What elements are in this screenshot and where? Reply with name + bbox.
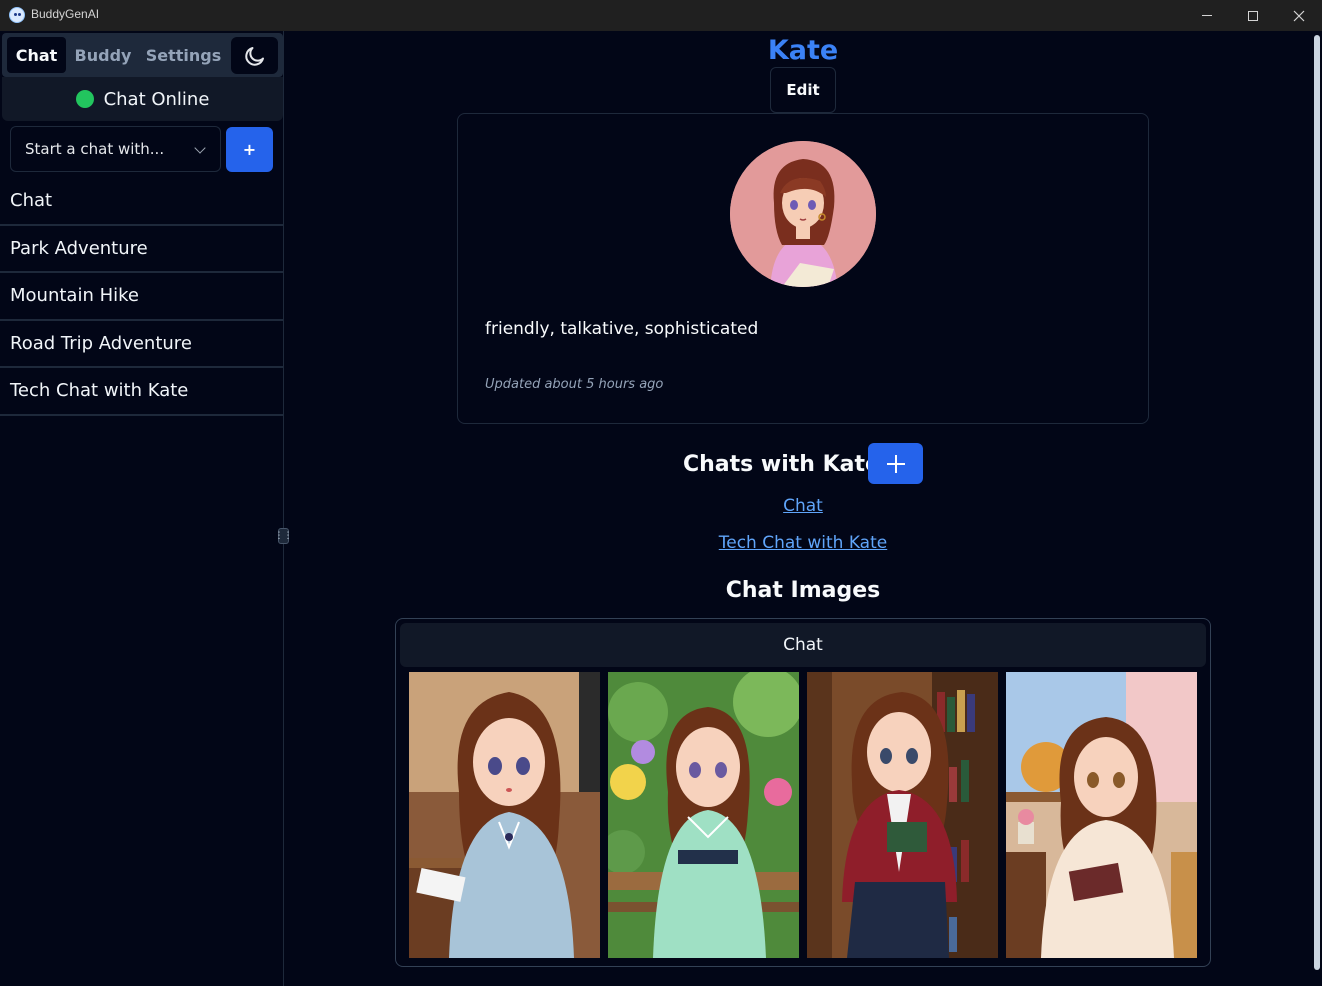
chat-list-item[interactable]: Chat [0, 178, 283, 226]
window-titlebar: BuddyGenAI [0, 0, 1322, 31]
edit-button[interactable]: Edit [770, 67, 836, 113]
chat-list-item[interactable]: Tech Chat with Kate [0, 368, 283, 416]
chat-list-item[interactable]: Mountain Hike [0, 273, 283, 321]
chat-link-label[interactable]: Tech Chat with Kate [719, 533, 887, 553]
start-chat-select[interactable]: Start a chat with... [10, 126, 221, 172]
top-nav: Chat Buddy Settings [2, 33, 283, 77]
scrollbar-thumb[interactable] [1314, 35, 1320, 970]
chat-list-item[interactable]: Park Adventure [0, 226, 283, 273]
chat-link[interactable]: Tech Chat with Kate [285, 533, 1321, 553]
avatar [730, 141, 876, 287]
profile-card: friendly, talkative, sophisticated Updat… [457, 113, 1149, 424]
maximize-icon[interactable] [1230, 0, 1276, 31]
buddy-profile-main: Kate Edit friendly, talkative, sophistic… [285, 31, 1312, 986]
chevron-down-icon [194, 142, 206, 154]
minimize-icon[interactable] [1184, 0, 1230, 31]
tab-settings[interactable]: Settings [146, 37, 222, 73]
chat-status: Chat Online [2, 77, 283, 121]
chat-link-label[interactable]: Chat [783, 496, 823, 516]
kate-reading-window-image[interactable] [1006, 672, 1197, 958]
theme-toggle-button[interactable] [231, 37, 278, 74]
buddy-traits: friendly, talkative, sophisticated [485, 319, 759, 339]
updated-timestamp: Updated about 5 hours ago [485, 377, 664, 392]
status-label: Chat Online [103, 88, 210, 110]
new-chat-button[interactable] [868, 443, 923, 484]
buddy-name-heading: Kate [767, 35, 839, 66]
images-chat-tab[interactable]: Chat [400, 623, 1206, 667]
chats-heading: Chats with Kate [683, 452, 880, 477]
kate-library-image[interactable] [807, 672, 998, 958]
sidebar: Chat Buddy Settings Chat Online Start a … [0, 31, 284, 986]
kate-garden-bench-image[interactable] [608, 672, 799, 958]
status-online-indicator [75, 90, 94, 108]
chat-images-panel: Chat [395, 618, 1211, 967]
start-chat-button[interactable]: + [226, 127, 273, 172]
close-icon[interactable] [1276, 0, 1322, 31]
moon-icon [244, 46, 264, 66]
kate-classroom-image[interactable] [409, 672, 600, 958]
main-scrollbar[interactable] [1312, 31, 1322, 986]
window-title: BuddyGenAI [31, 7, 100, 21]
start-chat-placeholder: Start a chat with... [25, 140, 165, 158]
chat-link[interactable]: Chat [285, 496, 1321, 516]
tab-buddy[interactable]: Buddy [72, 37, 134, 73]
chat-images-heading: Chat Images [725, 578, 881, 603]
app-logo-icon [9, 7, 25, 23]
chat-list: Chat Park Adventure Mountain Hike Road T… [0, 178, 283, 416]
chat-list-item[interactable]: Road Trip Adventure [0, 321, 283, 368]
plus-icon [886, 454, 905, 473]
tab-chat[interactable]: Chat [7, 37, 66, 73]
